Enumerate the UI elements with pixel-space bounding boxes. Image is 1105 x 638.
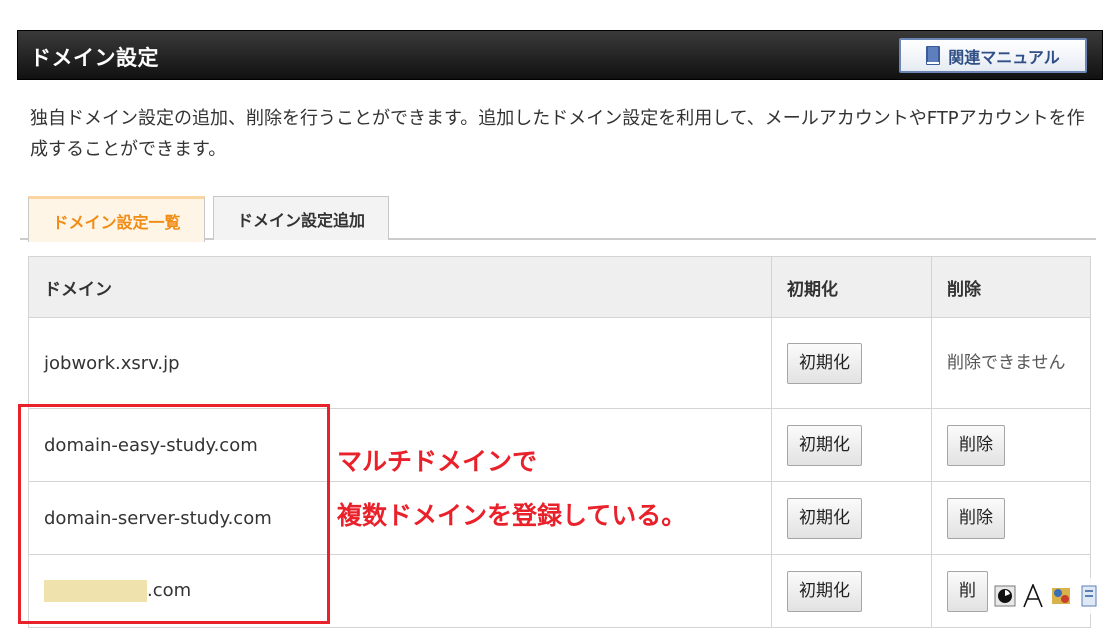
init-button[interactable]: 初期化 [787,342,862,384]
init-cell: 初期化 [771,408,932,482]
tab-domain-list-label: ドメイン設定一覧 [52,212,181,232]
domain-suffix: .com [147,580,192,601]
annotation-line-1: マルチドメインで [337,447,538,476]
tab-domain-list[interactable]: ドメイン設定一覧 [28,196,205,242]
init-button[interactable]: 初期化 [787,497,862,539]
init-cell: 初期化 [771,481,932,555]
init-cell: 初期化 [771,317,932,409]
masked-domain-prefix [44,580,147,602]
table-row: domain-easy-study.com 初期化 削除 [28,408,1091,482]
delete-unavailable-text: 削除できません [947,353,1066,373]
page-title: ドメイン設定 [30,46,159,70]
init-cell: 初期化 [771,554,932,628]
annotation-line-2: 複数ドメインを登録している。 [337,501,687,530]
page-description: 独自ドメイン設定の追加、削除を行うことができます。追加したドメイン設定を利用して… [30,108,1085,160]
related-manual-button[interactable]: 関連マニュアル [899,38,1087,73]
file-icon[interactable] [1078,584,1100,608]
init-button[interactable]: 初期化 [787,424,862,466]
domain-cell: .com [28,554,772,628]
font-icon[interactable] [1022,584,1044,608]
delete-button[interactable]: 削 [947,570,988,612]
related-manual-label: 関連マニュアル [948,47,1060,67]
delete-button[interactable]: 削除 [947,497,1005,539]
domain-cell: jobwork.xsrv.jp [28,317,772,409]
tab-domain-add[interactable]: ドメイン設定追加 [213,196,389,240]
table-row: jobwork.xsrv.jp 初期化 削除できません [28,317,1091,409]
column-header-domain: ドメイン [28,256,772,318]
delete-button[interactable]: 削除 [947,424,1005,466]
column-header-delete: 削除 [931,256,1091,318]
delete-cell: 削除 [931,408,1091,482]
column-header-init: 初期化 [771,256,932,318]
page-header: ドメイン設定 関連マニュアル [17,30,1103,80]
tab-domain-add-label: ドメイン設定追加 [236,210,365,230]
table-header-row: ドメイン 初期化 削除 [28,256,1091,318]
delete-cell: 削除できません [931,317,1091,409]
domain-table: ドメイン 初期化 削除 jobwork.xsrv.jp 初期化 削除できません … [28,256,1091,628]
app-icon[interactable] [1050,584,1072,608]
book-icon [926,46,941,65]
system-tray [990,578,1105,614]
clock-icon[interactable] [994,584,1016,608]
init-button[interactable]: 初期化 [787,570,862,612]
table-row: .com 初期化 削 [28,554,1091,628]
delete-cell: 削除 [931,481,1091,555]
